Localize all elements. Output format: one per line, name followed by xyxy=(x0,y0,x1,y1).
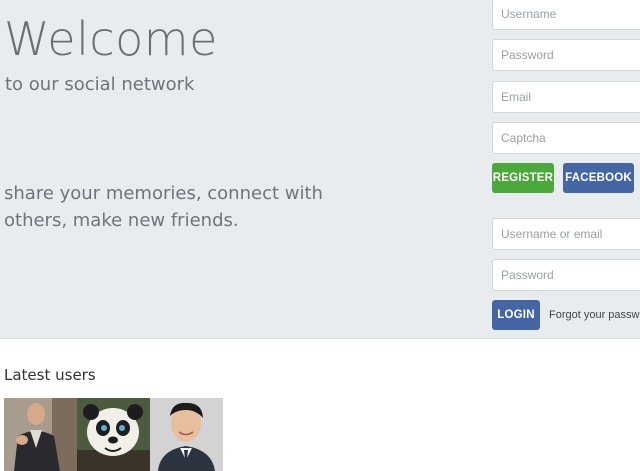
user-avatar[interactable] xyxy=(150,398,223,471)
latest-users-heading: Latest users xyxy=(4,366,96,384)
facebook-button[interactable]: FACEBOOK xyxy=(563,163,634,193)
user-avatar-image xyxy=(4,398,77,471)
login-username-input[interactable] xyxy=(492,218,640,250)
user-avatar[interactable] xyxy=(77,398,150,471)
register-email-input[interactable] xyxy=(492,81,640,113)
register-button[interactable]: REGISTER xyxy=(492,163,554,193)
hero-section: Welcome to our social network share your… xyxy=(0,0,640,339)
welcome-subtitle: to our social network xyxy=(5,74,195,95)
welcome-title: Welcome xyxy=(4,12,218,66)
forgot-password-link[interactable]: Forgot your password? xyxy=(549,309,640,321)
login-button[interactable]: LOGIN xyxy=(492,300,540,330)
register-username-input[interactable] xyxy=(492,0,640,30)
user-avatar-image xyxy=(150,398,223,471)
login-password-input[interactable] xyxy=(492,259,640,291)
user-avatar-image xyxy=(77,398,150,471)
captcha-input[interactable] xyxy=(492,122,640,154)
register-password-input[interactable] xyxy=(492,39,640,71)
latest-users-list xyxy=(4,398,223,471)
user-avatar[interactable] xyxy=(4,398,77,471)
tagline: share your memories, connect with others… xyxy=(4,183,323,231)
